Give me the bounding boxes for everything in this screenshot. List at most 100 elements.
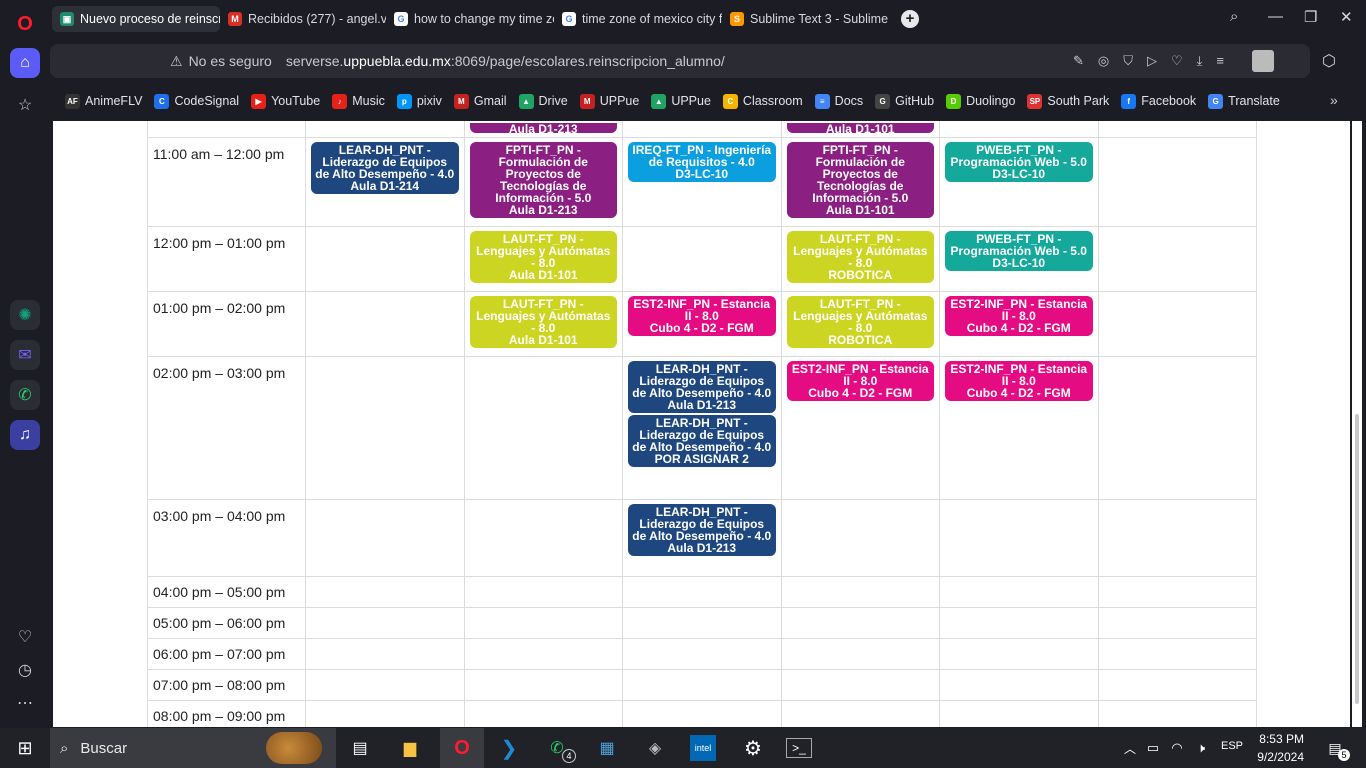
bookmark-2[interactable]: ▶ YouTube <box>251 93 320 109</box>
class-room: Aula D1-213 <box>667 541 737 555</box>
class-event[interactable]: FPTI-FT_PN - Formulación de Proyectos de… <box>469 142 617 218</box>
bookmark-5[interactable]: M Gmail <box>453 93 507 109</box>
bookmark-4[interactable]: p pixiv <box>396 93 442 109</box>
heart-icon[interactable]: ♡ <box>10 622 40 652</box>
home-icon[interactable]: ⌂ <box>10 48 40 78</box>
bookmark-3[interactable]: ♪ Music <box>332 93 385 109</box>
opera-taskbar-icon[interactable]: O <box>440 728 484 768</box>
class-event[interactable]: LEAR-DH_PNT - Liderazgo de Equipos de Al… <box>628 415 776 467</box>
bookmark-0[interactable]: AF AnimeFLV <box>65 93 142 109</box>
class-title: LEAR-DH_PNT - Liderazgo de Equipos de Al… <box>632 362 772 400</box>
time-slot-label: 08:00 pm – 09:00 pm <box>147 700 306 727</box>
chatgpt-icon[interactable]: ✺ <box>10 300 40 330</box>
notifications-icon[interactable]: ▤ 5 <box>1320 733 1350 763</box>
bookmark-label: CodeSignal <box>174 94 240 108</box>
tab-4[interactable]: S Sublime Text 3 - Sublime T <box>722 6 890 32</box>
music-player-icon[interactable]: ♫ <box>10 420 40 450</box>
class-title: LEAR-DH_PNT - Liderazgo de Equipos de Al… <box>632 416 772 454</box>
class-event[interactable]: IREQ-FT_PN - Ingeniería de Requisitos - … <box>628 142 776 182</box>
class-event[interactable]: EST2-INF_PN - Estancia II - 8.0 Cubo 4 - … <box>628 296 776 336</box>
bookmark-13[interactable]: SP South Park <box>1027 93 1109 109</box>
bookmark-9[interactable]: C Classroom <box>722 93 803 109</box>
settings-icon[interactable]: ⚙ <box>738 733 768 763</box>
taskbar-search[interactable]: ⌕ Buscar <box>50 728 336 768</box>
class-event[interactable]: LAUT-FT_PN - Lenguajes y Autómatas - 8.0… <box>786 296 934 348</box>
class-event[interactable]: PWEB-FT_PN - Programación Web - 5.0 D3-LC… <box>945 142 1093 182</box>
clock-date[interactable]: 9/2/2024 <box>1252 750 1304 764</box>
class-event[interactable]: LAUT-FT_PN - Lenguajes y Autómatas - 8.0… <box>786 231 934 283</box>
file-explorer-icon[interactable]: ▆ <box>395 733 425 763</box>
history-icon[interactable]: ◷ <box>10 655 40 685</box>
terminal-icon[interactable]: >_ <box>786 738 812 758</box>
vscode-icon[interactable]: ❯ <box>494 733 524 763</box>
bookmark-label: GitHub <box>895 94 935 108</box>
schedule-row: 06:00 pm – 07:00 pm <box>147 638 1257 670</box>
bookmark-14[interactable]: f Facebook <box>1121 93 1196 109</box>
maximize-icon[interactable]: ❐ <box>1304 8 1317 26</box>
class-event[interactable]: LAUT-FT_PN - Lenguajes y Autómatas - 8.0… <box>469 231 617 283</box>
bookmark-11[interactable]: G GitHub <box>875 93 935 109</box>
bookmark-6[interactable]: ▲ Drive <box>518 93 568 109</box>
tab-label: Recibidos (277) - angel.vill <box>248 12 386 26</box>
app-icon[interactable]: ▦ <box>592 733 622 763</box>
bookmark-8[interactable]: ▲ UPPue <box>651 93 711 109</box>
schedule-cell <box>1097 700 1257 727</box>
page-scrollbar[interactable] <box>1352 121 1362 727</box>
url-actions[interactable]: ✎◎⛉▷♡⤓≡ <box>1073 53 1238 69</box>
class-event[interactable]: LEAR-DH_PNT - Liderazgo de Equipos de Al… <box>311 142 459 194</box>
whatsapp-icon[interactable]: ✆ <box>10 380 40 410</box>
class-title: LAUT-FT_PN - Lenguajes y Autómatas - 8.0 <box>476 297 611 335</box>
schedule-cell <box>1097 638 1257 670</box>
clock-time[interactable]: 8:53 PM <box>1258 732 1304 746</box>
opera-logo-icon[interactable]: O <box>10 9 40 39</box>
volume-muted-icon[interactable]: 🕨 <box>1186 733 1216 763</box>
security-label[interactable]: No es seguro <box>189 53 272 69</box>
profile-avatar[interactable] <box>1252 50 1274 72</box>
class-event[interactable]: Aula D1-213 <box>469 123 617 133</box>
tab-0[interactable]: ▣ Nuevo proceso de reinscri <box>52 6 220 32</box>
class-event[interactable]: PWEB-FT_PN - Programación Web - 5.0 D3-LC… <box>945 231 1093 271</box>
bookmark-label: Translate <box>1228 94 1280 108</box>
bookmark-10[interactable]: ≡ Docs <box>814 93 863 109</box>
class-event[interactable]: EST2-INF_PN - Estancia II - 8.0 Cubo 4 - … <box>786 361 934 401</box>
more-icon[interactable]: ⋯ <box>10 688 40 718</box>
extensions-icon[interactable]: ⬡ <box>1322 51 1336 71</box>
bookmark-15[interactable]: G Translate <box>1208 93 1280 109</box>
schedule-cell <box>622 121 782 138</box>
windows-start-icon[interactable]: ⊞ <box>10 733 40 763</box>
bookmark-1[interactable]: C CodeSignal <box>154 93 240 109</box>
class-event[interactable]: LEAR-DH_PNT - Liderazgo de Equipos de Al… <box>628 361 776 413</box>
whatsapp-taskbar-icon[interactable]: ✆ 4 <box>542 733 576 763</box>
bookmark-icon: ▲ <box>651 93 667 109</box>
class-event[interactable]: Aula D1-101 <box>786 123 934 133</box>
app-icon-2[interactable]: ◈ <box>640 733 670 763</box>
tab-2[interactable]: Ghow to change my time zo <box>386 6 554 32</box>
schedule-cell: EST2-INF_PN - Estancia II - 8.0 Cubo 4 - … <box>780 356 940 500</box>
bookmark-7[interactable]: M UPPue <box>579 93 639 109</box>
close-icon[interactable]: ✕ <box>1340 8 1353 26</box>
class-event[interactable]: EST2-INF_PN - Estancia II - 8.0 Cubo 4 - … <box>945 296 1093 336</box>
url-field[interactable]: ⚠ No es seguro serverse. uppuebla.edu.mx:… <box>50 44 1310 78</box>
class-event[interactable]: LEAR-DH_PNT - Liderazgo de Equipos de Al… <box>628 504 776 556</box>
tab-3[interactable]: Gtime zone of mexico city f <box>554 6 722 32</box>
scrollbar-thumb[interactable] <box>1355 414 1359 704</box>
language-indicator[interactable]: ESP <box>1221 740 1243 752</box>
class-title: EST2-INF_PN - Estancia II - 8.0 <box>633 297 771 323</box>
class-event[interactable]: EST2-INF_PN - Estancia II - 8.0 Cubo 4 - … <box>945 361 1093 401</box>
schedule-cell: LAUT-FT_PN - Lenguajes y Autómatas - 8.0… <box>780 291 940 357</box>
page-content: Aula D1-213 Aula D1-101 11:00 am – 12:00 p… <box>53 121 1350 727</box>
task-view-icon[interactable]: ▤ <box>345 733 375 763</box>
search-tabs-icon[interactable]: ⌕ <box>1230 8 1238 25</box>
new-tab-icon[interactable]: + <box>901 10 919 28</box>
schedule-row: 01:00 pm – 02:00 pm LAUT-FT_PN - Lenguaje… <box>147 291 1257 357</box>
class-event[interactable]: LAUT-FT_PN - Lenguajes y Autómatas - 8.0… <box>469 296 617 348</box>
schedule-cell <box>939 638 1099 670</box>
messenger-icon[interactable]: ✉ <box>10 340 40 370</box>
class-event[interactable]: FPTI-FT_PN - Formulación de Proyectos de… <box>786 142 934 218</box>
tab-1[interactable]: M Recibidos (277) - angel.vill <box>220 6 386 32</box>
minimize-icon[interactable]: — <box>1268 8 1283 25</box>
bookmark-12[interactable]: D Duolingo <box>946 93 1015 109</box>
intel-icon[interactable]: intel <box>690 735 716 761</box>
bookmarks-more-icon[interactable]: » <box>1330 92 1338 108</box>
star-icon[interactable]: ☆ <box>10 90 40 120</box>
